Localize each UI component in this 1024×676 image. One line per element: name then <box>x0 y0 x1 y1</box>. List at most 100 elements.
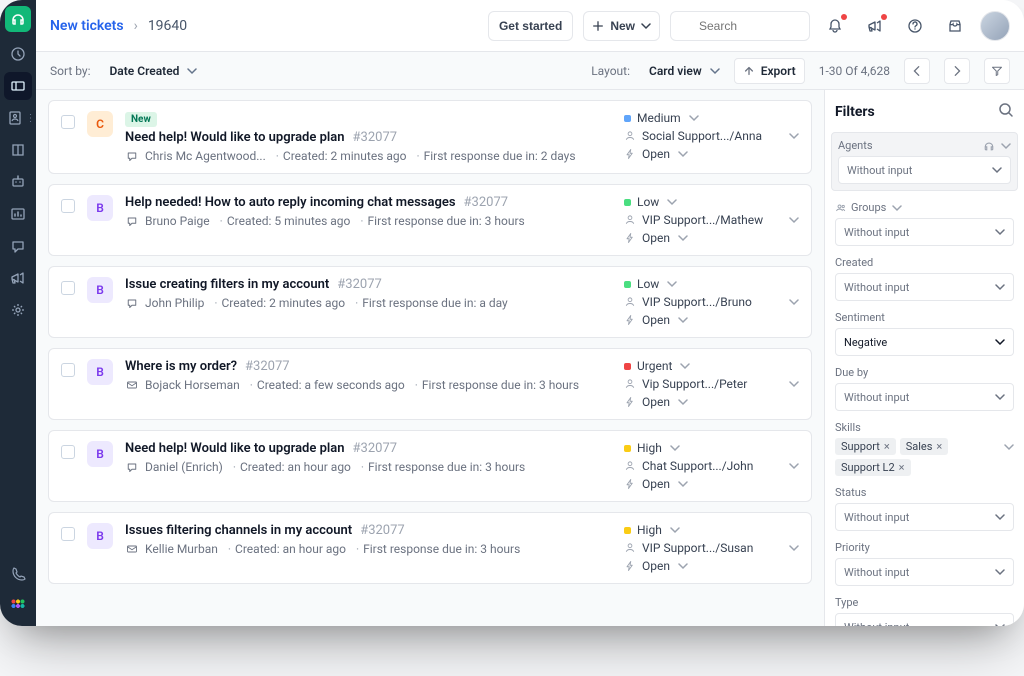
nav-apps[interactable] <box>4 592 32 620</box>
notifications-icon[interactable] <box>820 11 850 41</box>
chevron-down-icon <box>678 315 688 325</box>
nav-tickets[interactable] <box>4 72 32 100</box>
group-agent-selector[interactable]: VIP Support.../Bruno <box>624 295 799 309</box>
ticket-id: #32077 <box>353 130 398 145</box>
due-label: First response due in: 3 hours <box>357 460 525 474</box>
chevron-down-icon <box>995 392 1005 402</box>
group-agent-selector[interactable]: VIP Support.../Mathew <box>624 213 799 227</box>
nav-phone[interactable] <box>4 560 32 588</box>
marketplace-icon[interactable] <box>940 11 970 41</box>
chip-remove-icon[interactable]: × <box>884 440 890 453</box>
prev-page-button[interactable] <box>904 58 930 84</box>
nav-analytics[interactable] <box>4 200 32 228</box>
filters-search-icon[interactable] <box>998 102 1014 122</box>
new-button[interactable]: New <box>583 11 660 41</box>
nav-campaigns[interactable] <box>4 264 32 292</box>
chevron-down-icon <box>710 66 720 76</box>
requester-name: Chris Mc Agentwood... <box>145 149 266 163</box>
nav-admin[interactable] <box>4 296 32 324</box>
status-selector[interactable]: Open <box>624 559 799 573</box>
chevron-down-icon <box>678 561 688 571</box>
sort-selector[interactable]: Sort by: Date Created <box>50 64 197 78</box>
requester-name: Bojack Horseman <box>145 378 240 392</box>
status-selector[interactable]: Open <box>624 477 799 491</box>
status-selector[interactable]: Open <box>624 231 799 245</box>
chip-remove-icon[interactable]: × <box>899 461 905 474</box>
nav-messaging[interactable] <box>4 232 32 260</box>
ticket-checkbox[interactable] <box>61 527 75 541</box>
next-page-button[interactable] <box>944 58 970 84</box>
filter-toggle-button[interactable] <box>984 58 1010 84</box>
priority-selector[interactable]: High <box>624 523 799 537</box>
filter-skills-input[interactable]: Support ×Sales × Support L2 × <box>835 438 1014 476</box>
filter-status-input[interactable]: Without input <box>835 503 1014 531</box>
requester-initial: B <box>87 441 113 467</box>
ticket-card[interactable]: B Help needed! How to auto reply incomin… <box>48 184 812 256</box>
ticket-checkbox[interactable] <box>61 115 75 129</box>
priority-selector[interactable]: Urgent <box>624 359 799 373</box>
get-started-button[interactable]: Get started <box>488 11 573 41</box>
ticket-checkbox[interactable] <box>61 363 75 377</box>
new-badge: New <box>125 112 157 127</box>
nav-solutions[interactable] <box>4 136 32 164</box>
group-agent-selector[interactable]: Chat Support.../John <box>624 459 799 473</box>
ticket-checkbox[interactable] <box>61 445 75 459</box>
layout-selector[interactable]: Layout: Card view <box>591 64 719 78</box>
ticket-card[interactable]: B Need help! Would like to upgrade plan … <box>48 430 812 502</box>
chevron-down-icon[interactable] <box>892 203 902 213</box>
filter-created-input[interactable]: Without input <box>835 273 1014 301</box>
nav-contacts[interactable] <box>1 104 29 132</box>
requester-name: Bruno Paige <box>145 214 210 228</box>
announcements-icon[interactable] <box>860 11 890 41</box>
source-icon <box>125 214 139 228</box>
filter-groups-input[interactable]: Without input <box>835 218 1014 246</box>
status-selector[interactable]: Open <box>624 395 799 409</box>
priority-selector[interactable]: Low <box>624 277 799 291</box>
filter-agents-input[interactable]: Without input <box>838 156 1011 184</box>
chevron-down-icon <box>995 567 1005 577</box>
nav-dashboard[interactable] <box>4 40 32 68</box>
created-label: Created: 5 minutes ago <box>216 214 351 228</box>
priority-selector[interactable]: Low <box>624 195 799 209</box>
ticket-card[interactable]: B Issue creating filters in my account #… <box>48 266 812 338</box>
avatar[interactable] <box>980 11 1010 41</box>
chevron-down-icon <box>995 227 1005 237</box>
ticket-checkbox[interactable] <box>61 281 75 295</box>
requester-initial: B <box>87 523 113 549</box>
status-selector[interactable]: Open <box>624 313 799 327</box>
skill-chip[interactable]: Sales × <box>900 438 949 455</box>
chevron-down-icon <box>670 443 680 453</box>
filter-icon <box>991 65 1003 77</box>
priority-selector[interactable]: Medium <box>624 111 799 125</box>
filters-panel: Filters Agents Without input Groups <box>824 90 1024 626</box>
help-icon[interactable] <box>900 11 930 41</box>
ticket-card[interactable]: C New Need help! Would like to upgrade p… <box>48 100 812 174</box>
filter-type-input[interactable]: Without input <box>835 613 1014 626</box>
group-agent-selector[interactable]: Vip Support.../Peter <box>624 377 799 391</box>
filter-priority-input[interactable]: Without input <box>835 558 1014 586</box>
skill-chip[interactable]: Support L2 × <box>835 459 911 476</box>
status-selector[interactable]: Open <box>624 147 799 161</box>
ticket-card[interactable]: B Where is my order? #32077 Bojack Horse… <box>48 348 812 420</box>
nav-automation[interactable] <box>4 168 32 196</box>
ticket-checkbox[interactable] <box>61 199 75 213</box>
chevron-down-icon[interactable] <box>1001 141 1011 151</box>
priority-selector[interactable]: High <box>624 441 799 455</box>
chevron-down-icon <box>995 622 1005 626</box>
source-icon <box>125 542 139 556</box>
ticket-id: #32077 <box>464 195 509 210</box>
group-agent-selector[interactable]: VIP Support.../Susan <box>624 541 799 555</box>
filter-sentiment-input[interactable]: Negative <box>835 328 1014 356</box>
skill-chip[interactable]: Support × <box>835 438 896 455</box>
breadcrumb-root[interactable]: New tickets <box>50 18 124 34</box>
export-button[interactable]: Export <box>734 58 805 84</box>
group-agent-selector[interactable]: Social Support.../Anna <box>624 129 799 143</box>
search-input[interactable] <box>670 11 810 41</box>
chip-remove-icon[interactable]: × <box>936 440 942 453</box>
more-dots-icon: ⋮ <box>26 113 36 124</box>
source-icon <box>125 378 139 392</box>
ticket-card[interactable]: B Issues filtering channels in my accoun… <box>48 512 812 584</box>
chevron-down-icon <box>992 165 1002 175</box>
apps-grid-icon <box>9 597 27 615</box>
filter-dueby-input[interactable]: Without input <box>835 383 1014 411</box>
